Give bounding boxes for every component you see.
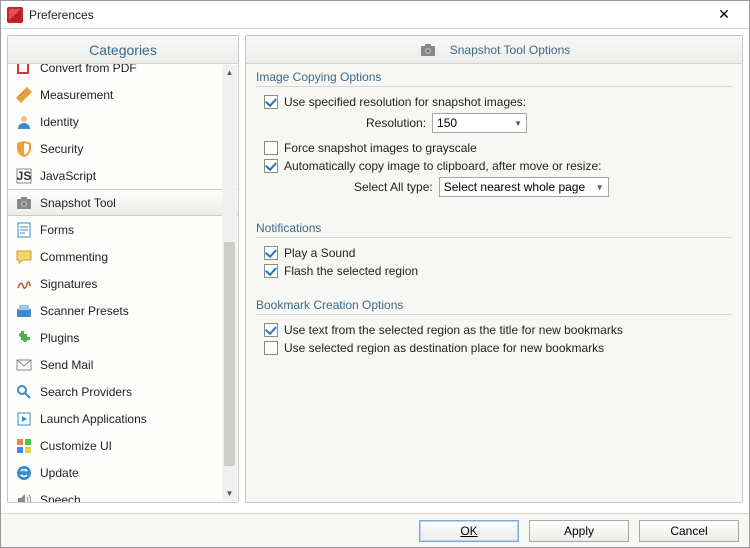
sidebar-item-scanner[interactable]: Scanner Presets: [8, 297, 238, 324]
sidebar-item-label: Measurement: [40, 88, 113, 102]
sidebar-item-label: Launch Applications: [40, 412, 147, 426]
mail-icon: [14, 355, 34, 375]
ruler-icon: [14, 85, 34, 105]
app-icon: [7, 7, 23, 23]
cancel-button[interactable]: Cancel: [639, 520, 739, 542]
sidebar-item-label: Forms: [40, 223, 74, 237]
sidebar-item-mail[interactable]: Send Mail: [8, 351, 238, 378]
use-resolution-label: Use specified resolution for snapshot im…: [284, 95, 526, 109]
resolution-value: 150: [437, 116, 510, 130]
sidebar-item-label: Customize UI: [40, 439, 112, 453]
sidebar-item-convert[interactable]: Convert from PDF: [8, 64, 238, 81]
plugin-icon: [14, 328, 34, 348]
sidebar-item-label: Commenting: [40, 250, 108, 264]
shield-icon: [14, 139, 34, 159]
footer: OK Apply Cancel: [1, 513, 749, 547]
group-title: Notifications: [256, 221, 732, 238]
forms-icon: [14, 220, 34, 240]
options-header: Snapshot Tool Options: [246, 36, 742, 64]
sidebar-item-js[interactable]: JavaScript: [8, 162, 238, 189]
close-button[interactable]: ✕: [705, 4, 743, 26]
sound-label: Play a Sound: [284, 246, 355, 260]
sidebar-item-identity[interactable]: Identity: [8, 108, 238, 135]
titlebar: Preferences ✕: [1, 1, 749, 29]
sidebar-item-launch[interactable]: Launch Applications: [8, 405, 238, 432]
sound-checkbox[interactable]: [264, 246, 278, 260]
sidebar-item-forms[interactable]: Forms: [8, 216, 238, 243]
ok-button[interactable]: OK: [419, 520, 519, 542]
sidebar-item-label: Speech: [40, 493, 81, 503]
scroll-thumb[interactable]: [224, 242, 235, 465]
sidebar-item-label: Security: [40, 142, 83, 156]
chevron-down-icon: ▼: [514, 119, 522, 128]
apply-button[interactable]: Apply: [529, 520, 629, 542]
sidebar-item-label: Identity: [40, 115, 79, 129]
use-resolution-checkbox[interactable]: [264, 95, 278, 109]
grayscale-label: Force snapshot images to grayscale: [284, 141, 477, 155]
sidebar-item-camera[interactable]: Snapshot Tool: [8, 189, 238, 216]
group-image-copying: Image Copying Options Use specified reso…: [256, 70, 732, 205]
sidebar-item-search[interactable]: Search Providers: [8, 378, 238, 405]
sidebar-item-ruler[interactable]: Measurement: [8, 81, 238, 108]
selectall-value: Select nearest whole page: [444, 180, 592, 194]
sidebar-item-label: Update: [40, 466, 79, 480]
sidebar-item-label: Signatures: [40, 277, 97, 291]
sidebar-item-label: Scanner Presets: [40, 304, 129, 318]
bookmark-text-label: Use text from the selected region as the…: [284, 323, 623, 337]
panel-title: Snapshot Tool Options: [450, 43, 571, 57]
sidebar-item-label: Search Providers: [40, 385, 132, 399]
customize-icon: [14, 436, 34, 456]
scrollbar[interactable]: ▲ ▼: [222, 65, 237, 501]
window-title: Preferences: [29, 8, 705, 22]
options-pane: Snapshot Tool Options Image Copying Opti…: [245, 35, 743, 503]
sidebar-item-label: Convert from PDF: [40, 64, 137, 75]
sidebar-item-signature[interactable]: Signatures: [8, 270, 238, 297]
autocopy-label: Automatically copy image to clipboard, a…: [284, 159, 601, 173]
convert-icon: [14, 64, 34, 78]
js-icon: [14, 166, 34, 186]
bookmark-region-checkbox[interactable]: [264, 341, 278, 355]
camera-icon: [418, 40, 438, 60]
chevron-down-icon: ▼: [596, 183, 604, 192]
grayscale-checkbox[interactable]: [264, 141, 278, 155]
sidebar-item-label: Snapshot Tool: [40, 196, 116, 210]
speech-icon: [14, 490, 34, 503]
sidebar-item-shield[interactable]: Security: [8, 135, 238, 162]
resolution-combo[interactable]: 150 ▼: [432, 113, 527, 133]
flash-label: Flash the selected region: [284, 264, 418, 278]
bookmark-region-label: Use selected region as destination place…: [284, 341, 604, 355]
identity-icon: [14, 112, 34, 132]
scroll-up-icon[interactable]: ▲: [222, 65, 237, 80]
selectall-combo[interactable]: Select nearest whole page ▼: [439, 177, 609, 197]
search-icon: [14, 382, 34, 402]
sidebar-item-plugin[interactable]: Plugins: [8, 324, 238, 351]
group-title: Bookmark Creation Options: [256, 298, 732, 315]
group-title: Image Copying Options: [256, 70, 732, 87]
comment-icon: [14, 247, 34, 267]
group-notifications: Notifications Play a Sound Flash the sel…: [256, 221, 732, 282]
signature-icon: [14, 274, 34, 294]
sidebar-item-speech[interactable]: Speech: [8, 486, 238, 502]
categories-list: Convert from PDF Measurement Identity Secur…: [8, 64, 238, 502]
sidebar-item-customize[interactable]: Customize UI: [8, 432, 238, 459]
sidebar-item-update[interactable]: Update: [8, 459, 238, 486]
sidebar-item-label: JavaScript: [40, 169, 96, 183]
sidebar-item-comment[interactable]: Commenting: [8, 243, 238, 270]
selectall-label: Select All type:: [354, 180, 433, 194]
scanner-icon: [14, 301, 34, 321]
bookmark-text-checkbox[interactable]: [264, 323, 278, 337]
group-bookmarks: Bookmark Creation Options Use text from …: [256, 298, 732, 359]
flash-checkbox[interactable]: [264, 264, 278, 278]
update-icon: [14, 463, 34, 483]
categories-pane: Categories Convert from PDF Measurement Id…: [7, 35, 239, 503]
launch-icon: [14, 409, 34, 429]
sidebar-item-label: Send Mail: [40, 358, 93, 372]
resolution-label: Resolution:: [366, 116, 426, 130]
sidebar-item-label: Plugins: [40, 331, 79, 345]
camera-icon: [14, 193, 34, 213]
scroll-down-icon[interactable]: ▼: [222, 486, 237, 501]
categories-header: Categories: [8, 36, 238, 64]
autocopy-checkbox[interactable]: [264, 159, 278, 173]
close-icon: ✕: [718, 6, 730, 23]
